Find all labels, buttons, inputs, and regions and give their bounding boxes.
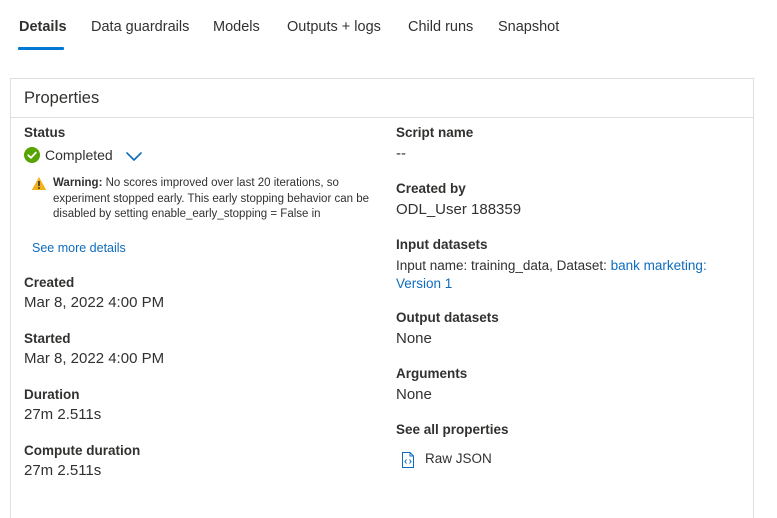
- compute-duration-value: 27m 2.511s: [24, 462, 102, 479]
- input-datasets-label: Input datasets: [396, 237, 488, 252]
- tab-bar: Details Data guardrails Models Outputs +…: [0, 0, 777, 52]
- created-label: Created: [24, 275, 75, 290]
- check-circle-icon: [24, 147, 40, 163]
- see-more-details-link[interactable]: See more details: [32, 241, 126, 255]
- tab-models[interactable]: Models: [213, 19, 260, 35]
- duration-label: Duration: [24, 387, 80, 402]
- started-value: Mar 8, 2022 4:00 PM: [24, 350, 165, 367]
- warning-icon: [31, 176, 47, 191]
- tab-details[interactable]: Details: [19, 19, 67, 35]
- output-datasets-value: None: [396, 330, 432, 347]
- warning-message: Warning: No scores improved over last 20…: [53, 176, 373, 220]
- properties-header: Properties: [11, 79, 753, 118]
- created-by-label: Created by: [396, 181, 466, 196]
- arguments-label: Arguments: [396, 366, 468, 381]
- active-tab-indicator: [18, 47, 64, 50]
- status-value: Completed: [45, 147, 113, 163]
- arguments-value: None: [396, 386, 432, 403]
- started-label: Started: [24, 331, 71, 346]
- properties-title: Properties: [24, 89, 100, 107]
- duration-value: 27m 2.511s: [24, 406, 102, 423]
- created-value: Mar 8, 2022 4:00 PM: [24, 294, 165, 311]
- status-label: Status: [24, 125, 66, 140]
- script-name-label: Script name: [396, 125, 474, 140]
- chevron-down-icon[interactable]: [125, 149, 143, 163]
- tab-outputs-logs[interactable]: Outputs + logs: [287, 19, 381, 35]
- tab-child-runs[interactable]: Child runs: [408, 19, 473, 35]
- code-file-icon[interactable]: [401, 452, 415, 468]
- raw-json-link[interactable]: Raw JSON: [425, 451, 492, 466]
- warning-prefix: Warning:: [53, 177, 103, 189]
- tab-data-guardrails[interactable]: Data guardrails: [91, 19, 189, 35]
- input-datasets-value: Input name: training_data, Dataset: bank…: [396, 257, 736, 293]
- created-by-value: ODL_User 188359: [396, 201, 522, 218]
- compute-duration-label: Compute duration: [24, 443, 141, 458]
- input-datasets-text: Input name: training_data, Dataset:: [396, 258, 611, 273]
- output-datasets-label: Output datasets: [396, 310, 499, 325]
- tab-snapshot[interactable]: Snapshot: [498, 19, 559, 35]
- script-name-value: --: [396, 145, 406, 162]
- see-all-properties-label: See all properties: [396, 422, 509, 437]
